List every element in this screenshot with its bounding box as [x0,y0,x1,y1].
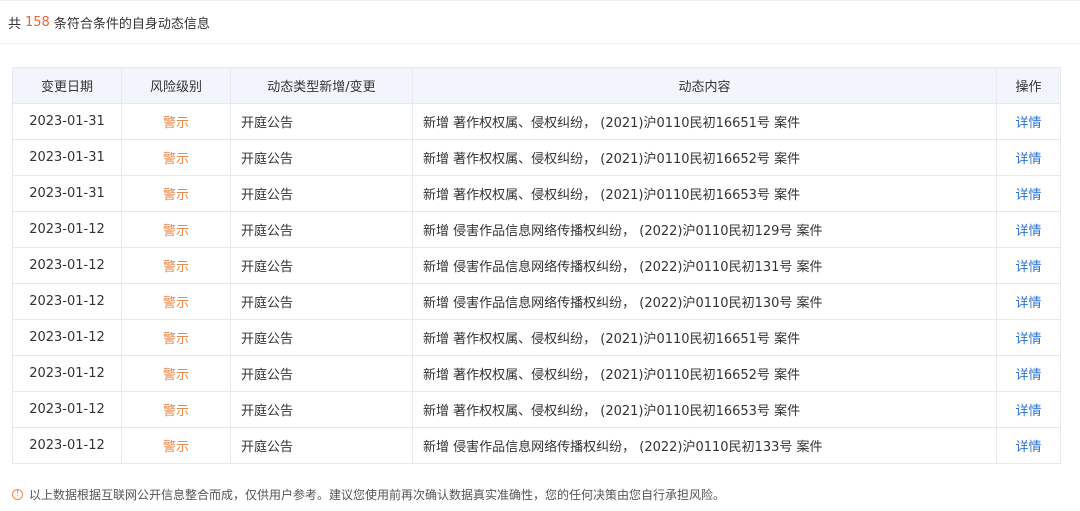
cell-risk-level: 警示 [121,103,231,140]
cell-date: 2023-01-12 [12,319,122,356]
cell-type: 开庭公告 [230,247,413,284]
cell-operation: 详情 [996,175,1061,212]
disclaimer-text: 以上数据根据互联网公开信息整合而成，仅供用户参考。建议您使用前再次确认数据真实准… [29,487,726,502]
dynamics-table: 变更日期 风险级别 动态类型新增/变更 动态内容 操作 2023-01-31 警… [12,67,1061,464]
cell-risk-level: 警示 [121,211,231,248]
cell-type: 开庭公告 [230,391,413,428]
column-header-content: 动态内容 [412,67,997,104]
details-link[interactable]: 详情 [1015,440,1041,455]
info-circle-icon: ! [12,488,23,500]
cell-date: 2023-01-31 [12,175,122,212]
details-link[interactable]: 详情 [1015,224,1041,239]
cell-risk-level: 警示 [121,139,231,176]
cell-content: 新增 著作权权属、侵权纠纷， (2021)沪0110民初16653号 案件 [412,175,997,212]
column-header-operation: 操作 [996,67,1061,104]
table-row: 2023-01-12 警示 开庭公告 新增 著作权权属、侵权纠纷， (2021)… [12,319,1061,356]
cell-content: 新增 著作权权属、侵权纠纷， (2021)沪0110民初16651号 案件 [412,319,997,356]
table-row: 2023-01-12 警示 开庭公告 新增 侵害作品信息网络传播权纠纷， (20… [12,427,1061,464]
cell-operation: 详情 [996,355,1061,392]
cell-type: 开庭公告 [230,139,413,176]
page: 共 158 条符合条件的自身动态信息 变更日期 风险级别 动态类型新增/变更 动… [0,0,1080,511]
cell-date: 2023-01-12 [12,391,122,428]
column-header-type: 动态类型新增/变更 [230,67,413,104]
cell-risk-level: 警示 [121,427,231,464]
cell-date: 2023-01-12 [12,283,122,320]
cell-operation: 详情 [996,391,1061,428]
cell-date: 2023-01-31 [12,139,122,176]
details-link[interactable]: 详情 [1015,152,1041,167]
details-link[interactable]: 详情 [1015,116,1041,131]
cell-risk-level: 警示 [121,283,231,320]
result-count: 158 [25,14,50,30]
cell-date: 2023-01-12 [12,355,122,392]
summary-suffix: 条符合条件的自身动态信息 [53,16,210,32]
column-header-risk-level: 风险级别 [121,67,231,104]
table-row: 2023-01-31 警示 开庭公告 新增 著作权权属、侵权纠纷， (2021)… [12,175,1061,212]
summary-prefix: 共 [8,16,22,32]
details-link[interactable]: 详情 [1015,260,1041,275]
cell-date: 2023-01-12 [12,247,122,284]
table-row: 2023-01-12 警示 开庭公告 新增 侵害作品信息网络传播权纠纷， (20… [12,283,1061,320]
cell-type: 开庭公告 [230,103,413,140]
cell-date: 2023-01-31 [12,103,122,140]
details-link[interactable]: 详情 [1015,368,1041,383]
cell-content: 新增 著作权权属、侵权纠纷， (2021)沪0110民初16652号 案件 [412,139,997,176]
table-row: 2023-01-31 警示 开庭公告 新增 著作权权属、侵权纠纷， (2021)… [12,139,1061,176]
cell-type: 开庭公告 [230,319,413,356]
cell-content: 新增 侵害作品信息网络传播权纠纷， (2022)沪0110民初129号 案件 [412,211,997,248]
details-link[interactable]: 详情 [1015,332,1041,347]
cell-operation: 详情 [996,283,1061,320]
table-row: 2023-01-31 警示 开庭公告 新增 著作权权属、侵权纠纷， (2021)… [12,103,1061,140]
cell-operation: 详情 [996,247,1061,284]
table-row: 2023-01-12 警示 开庭公告 新增 著作权权属、侵权纠纷， (2021)… [12,391,1061,428]
cell-risk-level: 警示 [121,247,231,284]
cell-operation: 详情 [996,103,1061,140]
results-summary: 共 158 条符合条件的自身动态信息 [0,0,1080,44]
cell-content: 新增 著作权权属、侵权纠纷， (2021)沪0110民初16651号 案件 [412,103,997,140]
cell-operation: 详情 [996,211,1061,248]
details-link[interactable]: 详情 [1015,188,1041,203]
cell-risk-level: 警示 [121,175,231,212]
table-row: 2023-01-12 警示 开庭公告 新增 侵害作品信息网络传播权纠纷， (20… [12,211,1061,248]
cell-content: 新增 著作权权属、侵权纠纷， (2021)沪0110民初16653号 案件 [412,391,997,428]
column-header-date: 变更日期 [12,67,122,104]
table-row: 2023-01-12 警示 开庭公告 新增 著作权权属、侵权纠纷， (2021)… [12,355,1061,392]
cell-date: 2023-01-12 [12,211,122,248]
cell-risk-level: 警示 [121,391,231,428]
cell-operation: 详情 [996,427,1061,464]
cell-content: 新增 侵害作品信息网络传播权纠纷， (2022)沪0110民初131号 案件 [412,247,997,284]
table-header-row: 变更日期 风险级别 动态类型新增/变更 动态内容 操作 [12,67,1061,104]
cell-content: 新增 著作权权属、侵权纠纷， (2021)沪0110民初16652号 案件 [412,355,997,392]
cell-operation: 详情 [996,139,1061,176]
cell-content: 新增 侵害作品信息网络传播权纠纷， (2022)沪0110民初133号 案件 [412,427,997,464]
disclaimer: ! 以上数据根据互联网公开信息整合而成，仅供用户参考。建议您使用前再次确认数据真… [12,484,725,504]
cell-risk-level: 警示 [121,319,231,356]
details-link[interactable]: 详情 [1015,404,1041,419]
cell-type: 开庭公告 [230,427,413,464]
details-link[interactable]: 详情 [1015,296,1041,311]
cell-type: 开庭公告 [230,283,413,320]
cell-type: 开庭公告 [230,355,413,392]
cell-type: 开庭公告 [230,175,413,212]
cell-content: 新增 侵害作品信息网络传播权纠纷， (2022)沪0110民初130号 案件 [412,283,997,320]
table-row: 2023-01-12 警示 开庭公告 新增 侵害作品信息网络传播权纠纷， (20… [12,247,1061,284]
cell-risk-level: 警示 [121,355,231,392]
cell-operation: 详情 [996,319,1061,356]
cell-type: 开庭公告 [230,211,413,248]
cell-date: 2023-01-12 [12,427,122,464]
